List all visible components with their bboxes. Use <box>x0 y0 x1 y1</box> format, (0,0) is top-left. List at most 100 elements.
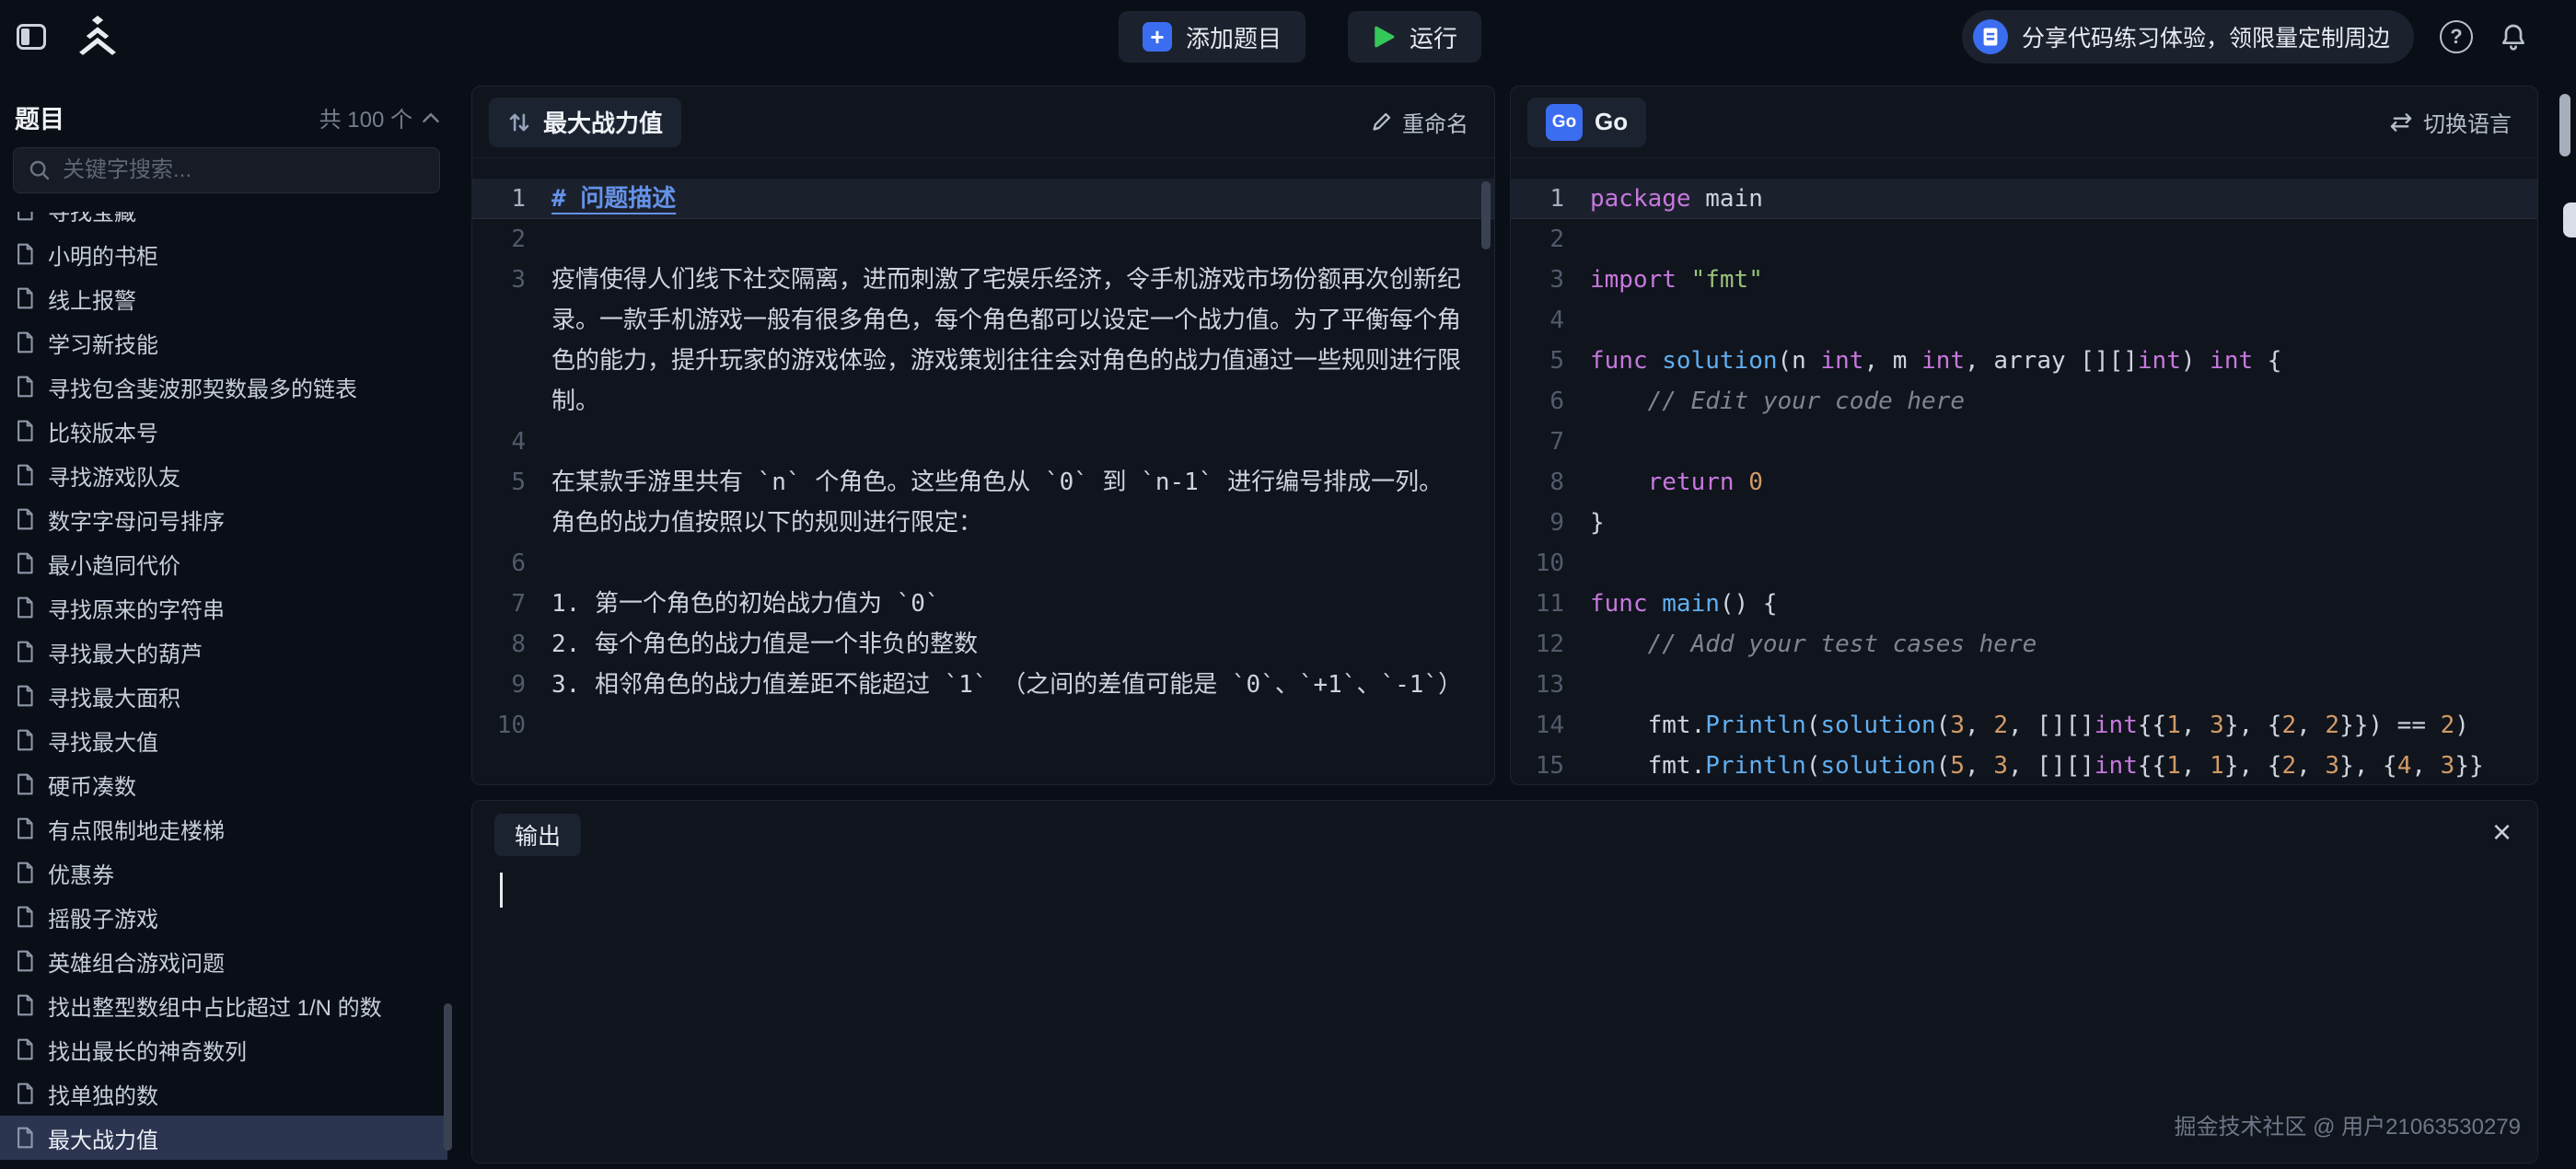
search-icon <box>29 159 51 181</box>
code-line[interactable]: 5func solution(n int, m int, array [][]i… <box>1511 341 2537 381</box>
problem-line[interactable]: 2 <box>472 219 1494 260</box>
code-line-text: import "fmt" <box>1590 260 2537 300</box>
code-line[interactable]: 1package main <box>1511 179 2537 219</box>
code-line[interactable]: 9} <box>1511 503 2537 543</box>
chevron-up-icon[interactable] <box>422 111 440 124</box>
search-input[interactable] <box>63 157 424 183</box>
code-line[interactable]: 6 // Edit your code here <box>1511 381 2537 422</box>
code-line[interactable]: 15 fmt.Println(solution(5, 3, [][]int{{1… <box>1511 746 2537 784</box>
add-problem-button[interactable]: + 添加题目 <box>1119 11 1305 63</box>
problem-line[interactable]: 82. 每个角色的战力值是一个非负的整数 <box>472 624 1494 665</box>
rename-button[interactable]: 重命名 <box>1370 106 1468 138</box>
list-item[interactable]: 最小趋同代价 <box>0 541 447 585</box>
list-item[interactable]: 寻找游戏队友 <box>0 453 447 497</box>
problem-line-text: 2. 每个角色的战力值是一个非负的整数 <box>551 624 1494 665</box>
code-line-text: // Edit your code here <box>1590 381 2537 422</box>
list-item[interactable]: 找单独的数 <box>0 1071 447 1116</box>
list-item[interactable]: 寻找包含斐波那契数最多的链表 <box>0 365 447 409</box>
share-banner-label: 分享代码练习体验，领限量定制周边 <box>2022 20 2390 53</box>
language-chip[interactable]: Go Go <box>1527 98 1646 147</box>
problem-line[interactable]: 6 <box>472 543 1494 584</box>
list-item[interactable]: 比较版本号 <box>0 409 447 453</box>
code-line[interactable]: 13 <box>1511 665 2537 705</box>
list-item-label: 数字字母问号排序 <box>48 503 225 536</box>
code-line[interactable]: 12 // Add your test cases here <box>1511 624 2537 665</box>
problem-editor[interactable]: 1# 问题描述23疫情使得人们线下社交隔离，进而刺激了宅娱乐经济，令手机游戏市场… <box>472 158 1494 784</box>
problem-list: 寻找宝藏小明的书柜线上报警学习新技能寻找包含斐波那契数最多的链表比较版本号寻找游… <box>0 212 447 1169</box>
switch-language-button[interactable]: 切换语言 <box>2389 106 2512 138</box>
edge-partial-chip[interactable] <box>2563 203 2576 237</box>
list-item[interactable]: 英雄组合游戏问题 <box>0 939 447 983</box>
help-icon[interactable]: ? <box>2440 20 2473 53</box>
problem-scrollbar[interactable] <box>1481 181 1491 249</box>
run-button[interactable]: 运行 <box>1348 11 1481 63</box>
list-item[interactable]: 有点限制地走楼梯 <box>0 806 447 851</box>
code-line[interactable]: 4 <box>1511 300 2537 341</box>
line-number: 5 <box>1511 341 1590 381</box>
problem-line[interactable]: 5在某款手游里共有 `n` 个角色。这些角色从 `0` 到 `n-1` 进行编号… <box>472 462 1494 543</box>
list-item[interactable]: 学习新技能 <box>0 320 447 365</box>
problem-title: 最大战力值 <box>543 105 663 139</box>
code-line[interactable]: 10 <box>1511 543 2537 584</box>
list-item[interactable]: 硬币凑数 <box>0 762 447 806</box>
list-item[interactable]: 找出最长的神奇数列 <box>0 1027 447 1071</box>
sidebar-scrollbar[interactable] <box>444 1003 452 1151</box>
line-number: 8 <box>472 624 551 665</box>
code-line-text: func main() { <box>1590 584 2537 624</box>
line-number: 6 <box>1511 381 1590 422</box>
code-line[interactable]: 7 <box>1511 422 2537 462</box>
line-number: 14 <box>1511 705 1590 746</box>
code-panel: Go Go 切换语言 1package main23import "fmt"45… <box>1510 86 2538 785</box>
share-banner[interactable]: 分享代码练习体验，领限量定制周边 <box>1962 10 2414 64</box>
output-header: 输出 × <box>472 801 2537 856</box>
code-line[interactable]: 2 <box>1511 219 2537 260</box>
list-item[interactable]: 寻找最大面积 <box>0 674 447 718</box>
list-item[interactable]: 找出整型数组中占比超过 1/N 的数 <box>0 983 447 1027</box>
code-line[interactable]: 3import "fmt" <box>1511 260 2537 300</box>
problem-count: 共 100 个 <box>319 101 412 133</box>
sidebar-toggle-icon[interactable] <box>17 24 46 50</box>
sidebar-title: 题目 <box>15 99 64 135</box>
page-scrollbar[interactable] <box>2559 94 2570 156</box>
problem-line-text <box>551 543 1494 584</box>
problem-line[interactable]: 3疫情使得人们线下社交隔离，进而刺激了宅娱乐经济，令手机游戏市场份额再次创新纪录… <box>472 260 1494 422</box>
list-item[interactable]: 连续自然数之和 <box>0 1160 447 1169</box>
problem-line[interactable]: 93. 相邻角色的战力值差距不能超过 `1` （之间的差值可能是 `0`、`+1… <box>472 665 1494 705</box>
list-item[interactable]: 寻找原来的字符串 <box>0 585 447 630</box>
list-item[interactable]: 寻找最大的葫芦 <box>0 630 447 674</box>
list-item[interactable]: 寻找最大值 <box>0 718 447 762</box>
code-line[interactable]: 8 return 0 <box>1511 462 2537 503</box>
problem-line[interactable]: 1# 问题描述 <box>472 179 1494 219</box>
code-line[interactable]: 14 fmt.Println(solution(3, 2, [][]int{{1… <box>1511 705 2537 746</box>
close-icon[interactable]: × <box>2492 816 2512 849</box>
list-item[interactable]: 最大战力值 <box>0 1116 447 1160</box>
list-item-label: 有点限制地走楼梯 <box>48 813 225 845</box>
document-icon <box>15 816 35 840</box>
output-tab[interactable]: 输出 <box>494 814 581 856</box>
list-item[interactable]: 小明的书柜 <box>0 232 447 276</box>
juejin-logo-icon[interactable] <box>72 16 123 58</box>
problem-line[interactable]: 71. 第一个角色的初始战力值为 `0` <box>472 584 1494 624</box>
list-item-label: 优惠券 <box>48 857 114 889</box>
line-number: 7 <box>472 584 551 624</box>
list-item-label: 线上报警 <box>48 283 136 315</box>
document-icon <box>15 993 35 1017</box>
problem-line-text: 3. 相邻角色的战力值差距不能超过 `1` （之间的差值可能是 `0`、`+1`… <box>551 665 1494 705</box>
list-item[interactable]: 线上报警 <box>0 276 447 320</box>
bell-icon[interactable] <box>2499 22 2528 52</box>
swap-arrows-icon <box>2389 112 2413 133</box>
list-item[interactable]: 寻找宝藏 <box>0 212 447 232</box>
list-item[interactable]: 优惠券 <box>0 851 447 895</box>
output-body[interactable] <box>472 856 2537 912</box>
help-glyph: ? <box>2450 25 2462 49</box>
problem-line-text <box>551 422 1494 462</box>
search-box[interactable] <box>13 147 440 193</box>
list-item[interactable]: 数字字母问号排序 <box>0 497 447 541</box>
code-editor[interactable]: 1package main23import "fmt"45func soluti… <box>1511 158 2537 784</box>
code-line[interactable]: 11func main() { <box>1511 584 2537 624</box>
list-item[interactable]: 摇骰子游戏 <box>0 895 447 939</box>
problem-line[interactable]: 10 <box>472 705 1494 746</box>
topbar-right: 分享代码练习体验，领限量定制周边 ? <box>1962 0 2528 74</box>
problem-line[interactable]: 4 <box>472 422 1494 462</box>
document-icon <box>15 772 35 796</box>
